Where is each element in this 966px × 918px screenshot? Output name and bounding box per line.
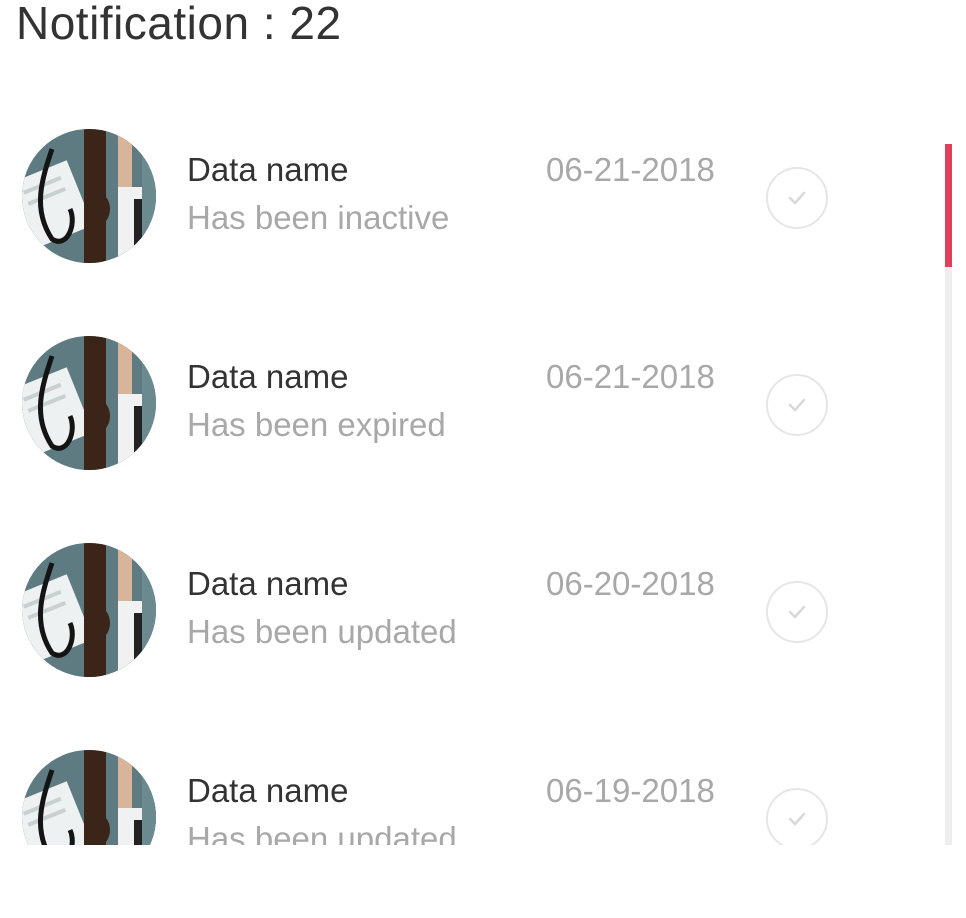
medical-photo-icon xyxy=(22,336,156,470)
medical-photo-icon xyxy=(22,543,156,677)
page-title: Notification : 22 xyxy=(16,0,342,49)
check-button[interactable] xyxy=(766,581,828,643)
avatar xyxy=(22,336,156,470)
check-icon xyxy=(788,398,806,412)
check-button[interactable] xyxy=(766,167,828,229)
notification-item[interactable]: Data name Has been updated 06-20-2018 xyxy=(0,543,900,703)
check-icon xyxy=(788,605,806,619)
check-button[interactable] xyxy=(766,788,828,845)
avatar xyxy=(22,129,156,263)
notification-item[interactable]: Data name Has been updated 06-19-2018 xyxy=(0,750,900,845)
item-date: 06-19-2018 xyxy=(546,772,715,809)
item-subtitle: Has been updated xyxy=(187,820,457,845)
scrollbar-track[interactable] xyxy=(945,144,952,845)
medical-photo-icon xyxy=(22,750,156,845)
avatar xyxy=(22,750,156,845)
item-title: Data name xyxy=(187,358,349,395)
item-subtitle: Has been updated xyxy=(187,613,457,650)
check-icon xyxy=(788,191,806,205)
notification-item[interactable]: Data name Has been inactive 06-21-2018 xyxy=(0,129,900,289)
check-icon xyxy=(788,812,806,826)
check-button[interactable] xyxy=(766,374,828,436)
item-date: 06-20-2018 xyxy=(546,565,715,602)
medical-photo-icon xyxy=(22,129,156,263)
avatar xyxy=(22,543,156,677)
item-date: 06-21-2018 xyxy=(546,358,715,395)
item-subtitle: Has been expired xyxy=(187,406,446,443)
item-date: 06-21-2018 xyxy=(546,151,715,188)
scrollbar-thumb[interactable] xyxy=(945,144,952,267)
item-subtitle: Has been inactive xyxy=(187,199,450,236)
item-title: Data name xyxy=(187,565,349,602)
notification-list[interactable]: Data name Has been inactive 06-21-2018 D… xyxy=(0,100,966,845)
item-title: Data name xyxy=(187,772,349,809)
notification-item[interactable]: Data name Has been expired 06-21-2018 xyxy=(0,336,900,496)
item-title: Data name xyxy=(187,151,349,188)
